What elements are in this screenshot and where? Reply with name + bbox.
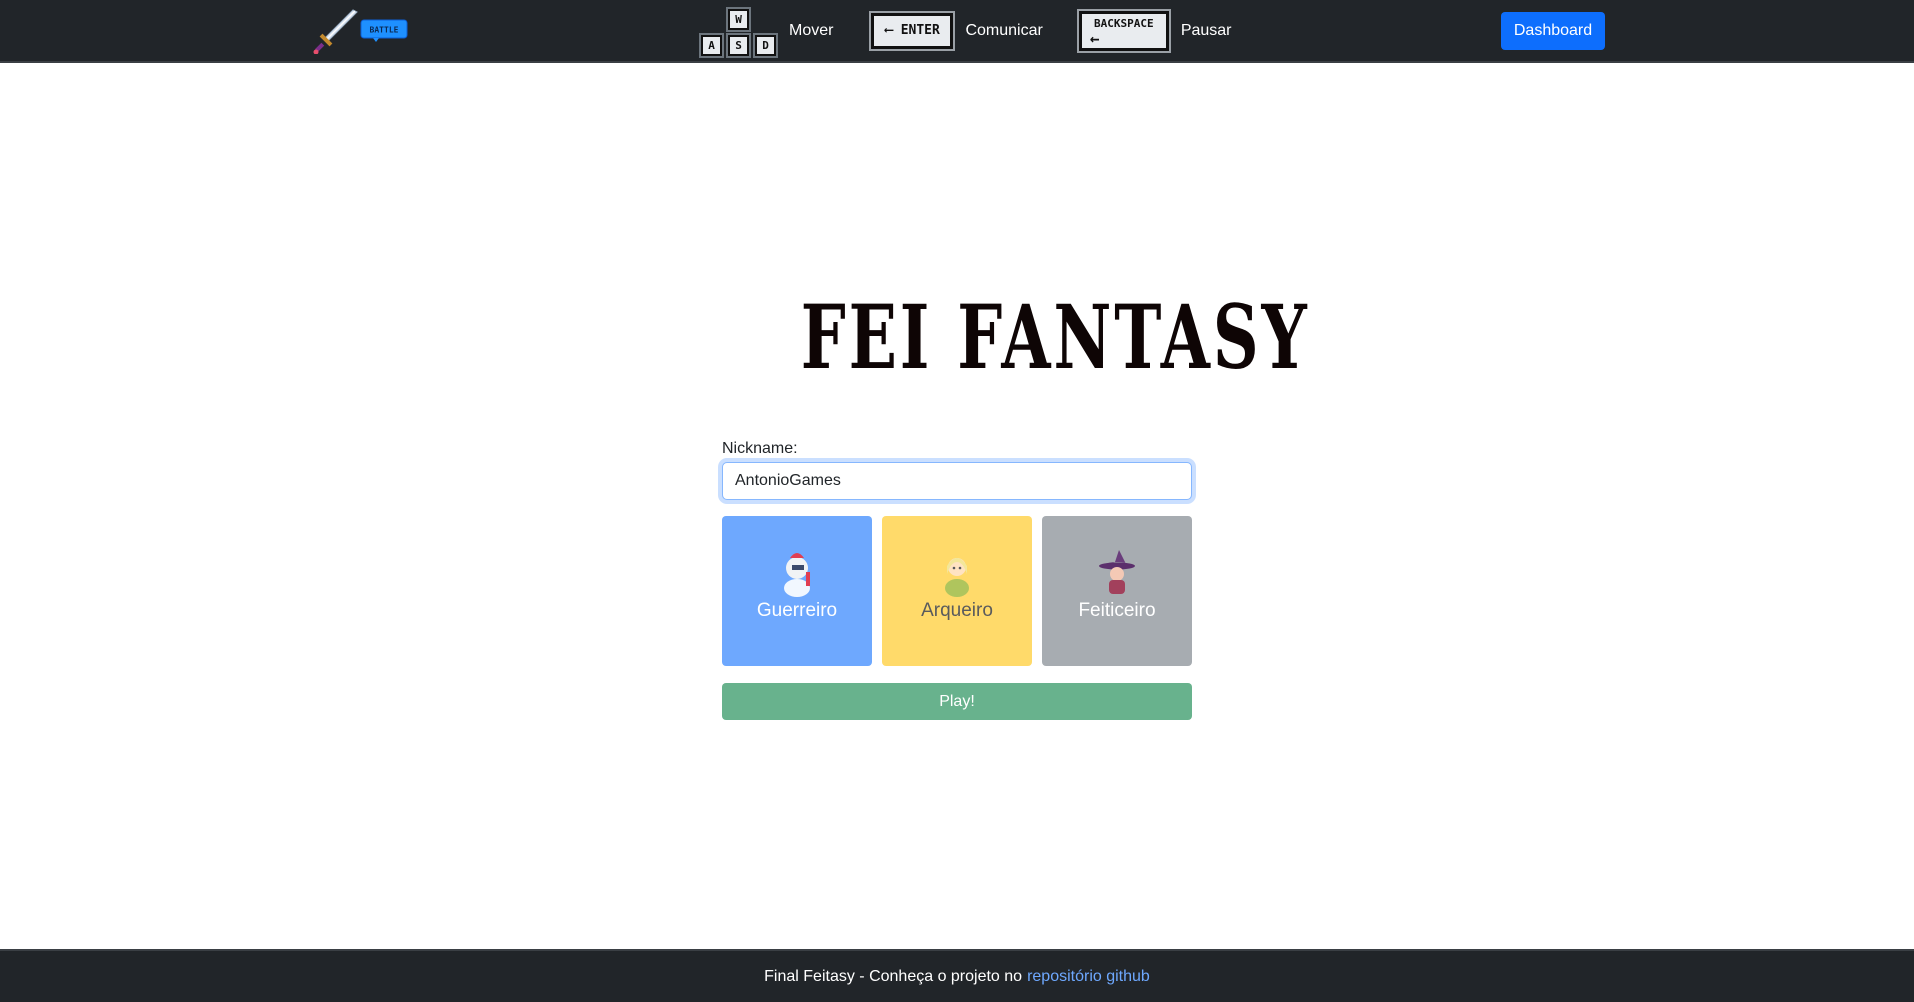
knight-icon xyxy=(784,553,810,597)
game-title: FEI FANTASY xyxy=(800,285,1310,389)
key-w: W xyxy=(728,9,749,30)
top-navbar: BATTLE W A S D Mover ⟵ ENTER Comunicar B… xyxy=(0,0,1914,63)
dashboard-button[interactable]: Dashboard xyxy=(1501,12,1605,50)
nickname-label: Nickname: xyxy=(722,440,798,457)
class-label-feiticeiro: Feiticeiro xyxy=(1078,600,1156,621)
backspace-key-text: BACKSPACE xyxy=(1094,17,1154,30)
play-button[interactable]: Play! xyxy=(722,683,1192,720)
enter-key-text: ⟵ ENTER xyxy=(885,23,940,38)
class-label-arqueiro: Arqueiro xyxy=(921,600,993,621)
footer-text: Final Feitasy - Conheça o projeto no xyxy=(764,967,1023,985)
nickname-input[interactable] xyxy=(722,462,1192,500)
svg-text:BATTLE: BATTLE xyxy=(370,26,399,35)
backspace-key-icon: BACKSPACE ← xyxy=(1078,11,1169,51)
key-s: S xyxy=(728,35,749,56)
class-card-guerreiro[interactable]: Guerreiro xyxy=(722,516,872,666)
key-d: D xyxy=(755,35,776,56)
key-a: A xyxy=(701,35,722,56)
control-pause: BACKSPACE ← Pausar xyxy=(1043,11,1232,51)
control-chat: ⟵ ENTER Comunicar xyxy=(833,13,1043,49)
archer-icon xyxy=(945,558,969,597)
control-label-pause: Pausar xyxy=(1180,22,1232,39)
control-label-chat: Comunicar xyxy=(965,22,1043,39)
backspace-arrow-icon: ← xyxy=(1089,29,1100,48)
sword-battle-logo-icon: BATTLE xyxy=(313,9,408,55)
brand-logo[interactable]: BATTLE xyxy=(313,8,409,55)
class-card-arqueiro[interactable]: Arqueiro xyxy=(882,516,1032,666)
class-label-guerreiro: Guerreiro xyxy=(756,600,838,621)
github-repo-link[interactable]: repositório github xyxy=(1027,968,1150,986)
control-label-move: Mover xyxy=(789,22,834,39)
wasd-keys-icon: W A S D xyxy=(695,6,777,56)
wizard-icon xyxy=(1099,550,1135,594)
class-card-feiticeiro[interactable]: Feiticeiro xyxy=(1042,516,1192,666)
footer: Final Feitasy - Conheça o projeto no rep… xyxy=(0,949,1914,1002)
enter-key-icon: ⟵ ENTER xyxy=(871,13,954,49)
controls-legend: W A S D Mover ⟵ ENTER Comunicar BACKSPAC… xyxy=(695,6,1232,56)
control-move: W A S D Mover xyxy=(695,6,833,56)
